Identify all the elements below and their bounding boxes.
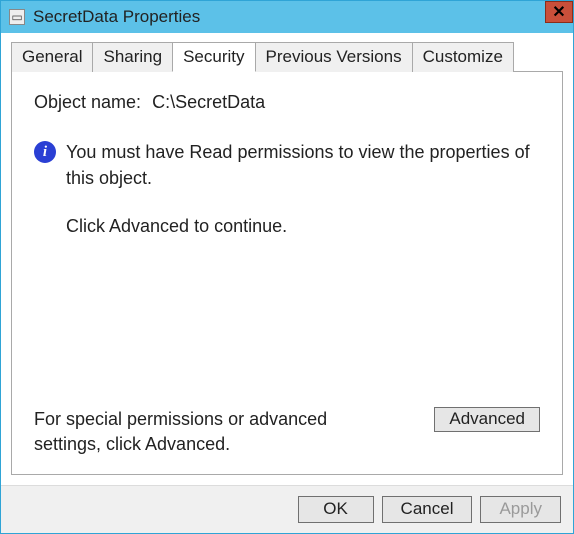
properties-dialog: ▭ SecretData Properties ✕ General Sharin…: [0, 0, 574, 534]
object-name-label: Object name:: [34, 92, 141, 112]
tab-label: Previous Versions: [266, 47, 402, 66]
client-area: General Sharing Security Previous Versio…: [1, 33, 573, 485]
tab-previous-versions[interactable]: Previous Versions: [255, 42, 413, 72]
apply-button[interactable]: Apply: [480, 496, 561, 523]
tab-sharing[interactable]: Sharing: [92, 42, 173, 72]
ok-button[interactable]: OK: [298, 496, 374, 523]
advanced-text: For special permissions or advanced sett…: [34, 407, 364, 456]
tab-label: Sharing: [103, 47, 162, 66]
tab-label: General: [22, 47, 82, 66]
tab-security[interactable]: Security: [172, 42, 255, 72]
titlebar[interactable]: ▭ SecretData Properties ✕: [1, 1, 573, 33]
tab-panel-security: Object name: C:\SecretData i You must ha…: [11, 71, 563, 475]
tab-general[interactable]: General: [11, 42, 93, 72]
cancel-button[interactable]: Cancel: [382, 496, 473, 523]
info-line2: Click Advanced to continue.: [66, 213, 540, 239]
advanced-button[interactable]: Advanced: [434, 407, 540, 432]
info-line1: You must have Read permissions to view t…: [66, 139, 540, 191]
tab-label: Security: [183, 47, 244, 66]
info-block: i You must have Read permissions to view…: [34, 139, 540, 239]
app-icon: ▭: [9, 9, 25, 25]
dialog-button-bar: OK Cancel Apply: [1, 485, 573, 533]
close-icon: ✕: [552, 2, 565, 22]
info-icon: i: [34, 141, 56, 163]
object-row: Object name: C:\SecretData: [34, 92, 540, 113]
spacer: [34, 265, 540, 407]
window-title: SecretData Properties: [33, 7, 200, 27]
tab-strip: General Sharing Security Previous Versio…: [11, 41, 563, 71]
tab-label: Customize: [423, 47, 503, 66]
advanced-row: For special permissions or advanced sett…: [34, 407, 540, 456]
info-text: You must have Read permissions to view t…: [66, 139, 540, 239]
close-button[interactable]: ✕: [545, 1, 573, 23]
object-path: C:\SecretData: [152, 92, 265, 112]
tab-customize[interactable]: Customize: [412, 42, 514, 72]
